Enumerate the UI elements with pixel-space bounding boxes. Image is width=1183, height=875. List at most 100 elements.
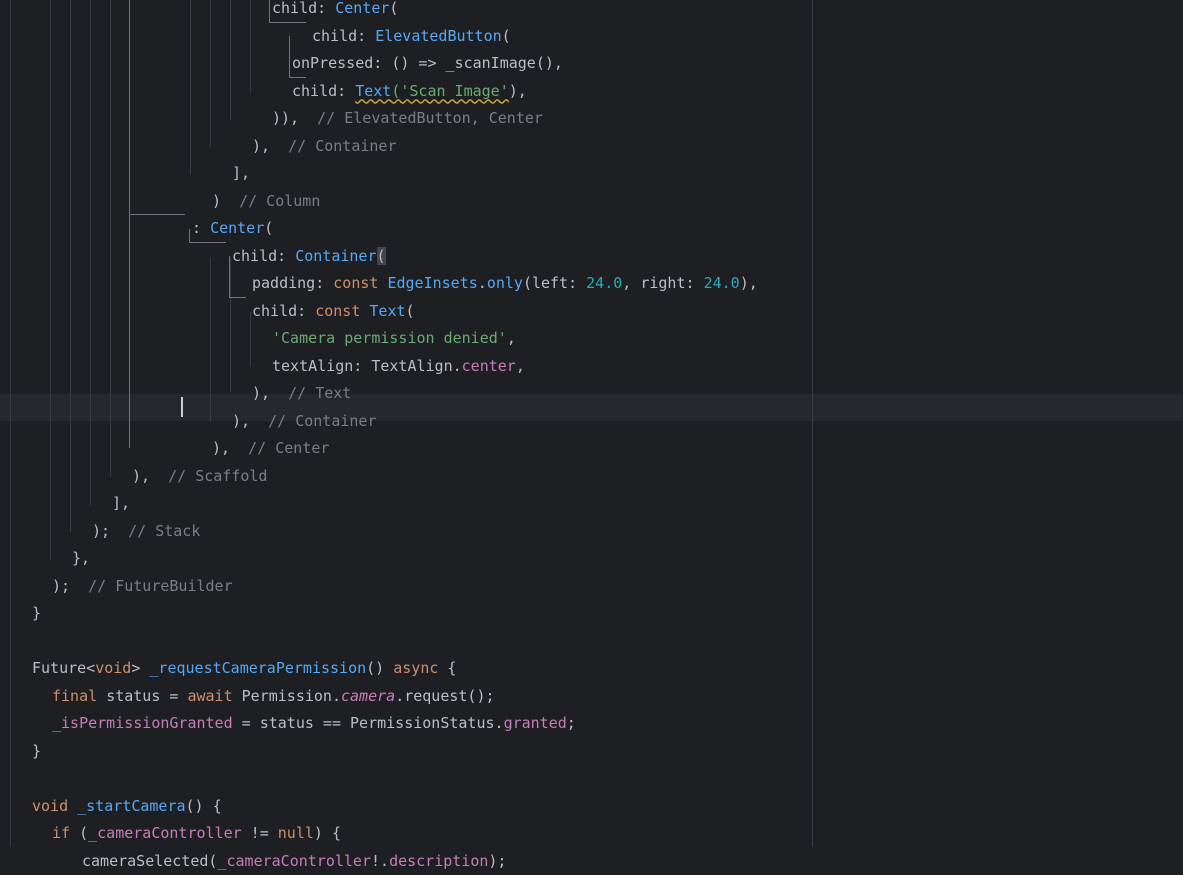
- code-line[interactable]: : Center(: [192, 215, 273, 242]
- code-token: ElevatedButton: [375, 26, 502, 45]
- code-token: Text: [355, 81, 392, 100]
- code-editor[interactable]: child: Center(child: ElevatedButton(onPr…: [0, 0, 1183, 870]
- code-token: _isPermissionGranted: [52, 714, 233, 732]
- code-token: // Container: [288, 136, 397, 155]
- code-line[interactable]: }: [32, 738, 41, 765]
- code-token: ;: [566, 714, 576, 732]
- code-token: padding:: [252, 274, 334, 292]
- code-token: _requestCameraPermission: [149, 659, 367, 677]
- code-token: ),: [252, 136, 289, 155]
- code-token: // FutureBuilder: [88, 576, 233, 595]
- code-line[interactable]: child: Center(: [272, 0, 398, 22]
- code-token: (): [366, 659, 394, 677]
- code-token: final: [52, 686, 107, 705]
- code-token: >: [131, 659, 150, 677]
- code-line[interactable]: ); // FutureBuilder: [52, 573, 233, 600]
- indent-guide: [230, 257, 231, 392]
- code-token: Permission.: [241, 686, 341, 705]
- code-line[interactable]: padding: const EdgeInsets.only(left: 24.…: [252, 270, 758, 297]
- code-token: ),: [232, 411, 269, 430]
- code-line[interactable]: ],: [232, 160, 250, 187]
- code-token: ),: [212, 439, 249, 457]
- code-token: _startCamera: [77, 796, 186, 815]
- indent-guide: [250, 0, 251, 92]
- code-line[interactable]: ), // Text: [252, 380, 351, 407]
- code-line[interactable]: _isPermissionGranted = status == Permiss…: [52, 710, 576, 737]
- code-line[interactable]: },: [72, 545, 90, 572]
- code-line[interactable]: child: ElevatedButton(: [312, 23, 511, 50]
- code-line[interactable]: textAlign: TextAlign.center,: [272, 353, 525, 380]
- code-token: );: [488, 851, 507, 870]
- code-token: // Container: [268, 411, 377, 430]
- code-line[interactable]: ), // Center: [212, 435, 329, 462]
- code-token: // ElevatedButton, Center: [317, 109, 543, 127]
- code-token: ,: [515, 356, 525, 375]
- indent-guide: [110, 0, 111, 477]
- code-token: ),: [508, 81, 527, 100]
- code-token: (: [79, 824, 89, 842]
- code-line[interactable]: void _startCamera() {: [32, 793, 222, 820]
- code-token: only: [486, 274, 523, 292]
- code-token: },: [72, 549, 91, 567]
- tree-connector: [129, 0, 130, 448]
- indent-guide: [10, 0, 11, 847]
- indent-guide: [90, 0, 91, 505]
- code-line[interactable]: child: const Text(: [252, 298, 415, 325]
- code-line[interactable]: if (_cameraController != null) {: [52, 820, 341, 847]
- code-token: (: [389, 0, 399, 17]
- code-token: _cameraController: [88, 824, 242, 842]
- code-token: description: [389, 851, 489, 870]
- code-token: await: [187, 686, 242, 705]
- code-line[interactable]: )), // ElevatedButton, Center: [272, 105, 543, 132]
- text-caret: [181, 397, 183, 417]
- code-line[interactable]: Future<void> _requestCameraPermission() …: [32, 655, 456, 682]
- indent-guide: [70, 0, 71, 532]
- code-token: // Text: [288, 384, 352, 402]
- tree-connector: [229, 297, 246, 298]
- code-line[interactable]: ), // Scaffold: [132, 463, 267, 490]
- code-line[interactable]: cameraSelected(_cameraController!.descri…: [82, 848, 506, 875]
- indent-guide: [250, 312, 251, 367]
- code-token: child:: [252, 301, 316, 320]
- code-token: (: [501, 26, 511, 45]
- code-token: _cameraController: [217, 851, 371, 870]
- code-token: void: [95, 659, 132, 677]
- code-token: const: [315, 301, 370, 320]
- code-token: child:: [232, 246, 296, 265]
- code-line[interactable]: ],: [112, 490, 130, 517]
- code-token: cameraSelected(: [82, 851, 218, 870]
- code-line[interactable]: ) // Column: [212, 188, 320, 215]
- code-line[interactable]: ), // Container: [252, 133, 397, 160]
- code-token: // Center: [248, 439, 330, 457]
- code-token: () {: [185, 796, 222, 815]
- code-line[interactable]: child: Container(: [232, 243, 386, 270]
- code-token: 'Camera permission denied': [272, 329, 507, 347]
- code-token: ,: [506, 329, 516, 347]
- tree-connector: [269, 22, 306, 23]
- code-token: );: [52, 576, 89, 595]
- code-token: :: [192, 219, 211, 237]
- code-token: ) {: [313, 824, 341, 842]
- code-token: ),: [252, 384, 289, 402]
- code-token: camera: [341, 686, 396, 705]
- code-token: .request();: [395, 686, 495, 705]
- code-token: EdgeInsets: [387, 274, 478, 292]
- indent-guide: [190, 0, 191, 175]
- code-line[interactable]: }: [32, 600, 41, 627]
- code-token: Container: [295, 246, 377, 265]
- tree-connector: [129, 214, 185, 215]
- code-line[interactable]: 'Camera permission denied',: [272, 325, 516, 352]
- right-margin-guide: [812, 0, 813, 847]
- code-line[interactable]: final status = await Permission.camera.r…: [52, 683, 495, 710]
- code-token: Text: [369, 301, 406, 320]
- code-line[interactable]: ), // Container: [232, 408, 377, 435]
- code-token: !=: [241, 824, 278, 842]
- code-token: , right:: [622, 274, 704, 292]
- code-token: ],: [112, 494, 131, 512]
- tree-connector: [189, 229, 190, 243]
- code-token: = status == PermissionStatus.: [232, 714, 504, 732]
- code-line[interactable]: ); // Stack: [92, 518, 200, 545]
- code-line[interactable]: onPressed: () => _scanImage(),: [292, 50, 563, 77]
- code-token: child:: [292, 81, 356, 100]
- code-line[interactable]: child: Text('Scan Image'),: [292, 78, 527, 105]
